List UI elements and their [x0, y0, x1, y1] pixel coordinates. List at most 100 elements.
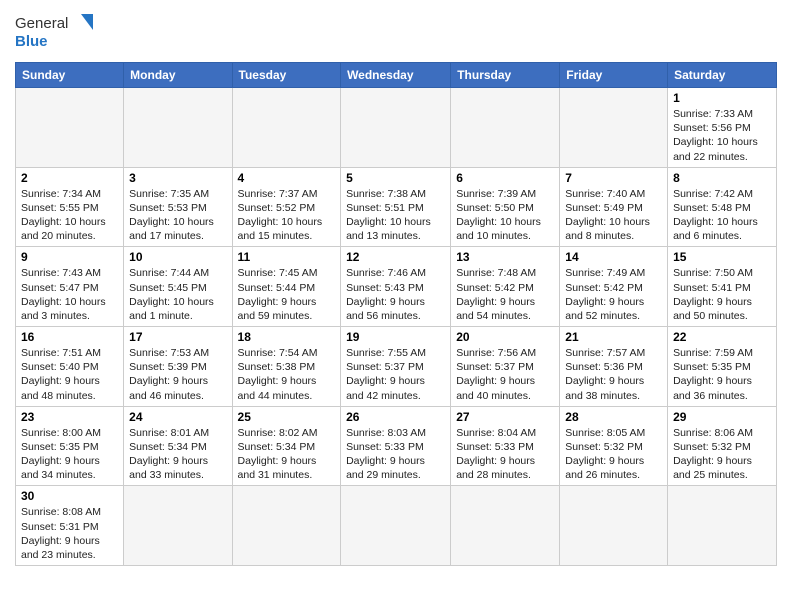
page: General Blue SundayMondayTuesdayWednesda… [0, 0, 792, 612]
day-info: Sunrise: 7:49 AM Sunset: 5:42 PM Dayligh… [565, 266, 662, 323]
day-number: 29 [673, 410, 771, 424]
calendar-cell: 26 Sunrise: 8:03 AM Sunset: 5:33 PM Dayli… [341, 406, 451, 486]
calendar-cell: 1 Sunrise: 7:33 AM Sunset: 5:56 PM Daylig… [668, 88, 777, 168]
calendar-cell: 24 Sunrise: 8:01 AM Sunset: 5:34 PM Dayli… [124, 406, 232, 486]
calendar-cell: 20Sunrise: 7:56 AM Sunset: 5:37 PM Dayli… [451, 327, 560, 407]
day-info: Sunrise: 7:42 AM Sunset: 5:48 PM Dayligh… [673, 187, 771, 244]
day-number: 8 [673, 171, 771, 185]
day-info: Sunrise: 7:50 AM Sunset: 5:41 PM Dayligh… [673, 266, 771, 323]
day-number: 5 [346, 171, 445, 185]
calendar-cell [560, 88, 668, 168]
day-number: 12 [346, 250, 445, 264]
calendar-cell: 18 Sunrise: 7:54 AM Sunset: 5:38 PM Dayli… [232, 327, 341, 407]
day-info: Sunrise: 8:01 AM Sunset: 5:34 PM Dayligh… [129, 426, 226, 483]
calendar-cell: 19Sunrise: 7:55 AM Sunset: 5:37 PM Dayli… [341, 327, 451, 407]
calendar-cell: 10Sunrise: 7:44 AM Sunset: 5:45 PM Dayli… [124, 247, 232, 327]
day-info: Sunrise: 7:44 AM Sunset: 5:45 PM Dayligh… [129, 266, 226, 323]
svg-text:Blue: Blue [15, 33, 48, 50]
day-info: Sunrise: 8:00 AM Sunset: 5:35 PM Dayligh… [21, 426, 118, 483]
calendar-cell [16, 88, 124, 168]
calendar-cell [451, 486, 560, 566]
day-number: 21 [565, 330, 662, 344]
logo: General Blue [15, 10, 95, 54]
calendar-cell: 12 Sunrise: 7:46 AM Sunset: 5:43 PM Dayli… [341, 247, 451, 327]
day-info: Sunrise: 7:46 AM Sunset: 5:43 PM Dayligh… [346, 266, 445, 323]
day-number: 1 [673, 91, 771, 105]
weekday-header-sunday: Sunday [16, 63, 124, 88]
calendar-cell: 8 Sunrise: 7:42 AM Sunset: 5:48 PM Daylig… [668, 167, 777, 247]
week-row-2: 2Sunrise: 7:34 AM Sunset: 5:55 PM Daylig… [16, 167, 777, 247]
day-number: 17 [129, 330, 226, 344]
day-number: 23 [21, 410, 118, 424]
day-info: Sunrise: 8:03 AM Sunset: 5:33 PM Dayligh… [346, 426, 445, 483]
day-info: Sunrise: 8:04 AM Sunset: 5:33 PM Dayligh… [456, 426, 554, 483]
calendar-cell [668, 486, 777, 566]
calendar-cell [451, 88, 560, 168]
calendar-cell: 9Sunrise: 7:43 AM Sunset: 5:47 PM Daylig… [16, 247, 124, 327]
day-number: 16 [21, 330, 118, 344]
calendar-cell: 17 Sunrise: 7:53 AM Sunset: 5:39 PM Dayli… [124, 327, 232, 407]
day-number: 6 [456, 171, 554, 185]
day-number: 4 [238, 171, 336, 185]
calendar-cell [124, 88, 232, 168]
day-info: Sunrise: 7:39 AM Sunset: 5:50 PM Dayligh… [456, 187, 554, 244]
calendar-cell: 21 Sunrise: 7:57 AM Sunset: 5:36 PM Dayli… [560, 327, 668, 407]
day-info: Sunrise: 8:05 AM Sunset: 5:32 PM Dayligh… [565, 426, 662, 483]
day-info: Sunrise: 7:59 AM Sunset: 5:35 PM Dayligh… [673, 346, 771, 403]
weekday-header-row: SundayMondayTuesdayWednesdayThursdayFrid… [16, 63, 777, 88]
day-number: 13 [456, 250, 554, 264]
day-info: Sunrise: 7:33 AM Sunset: 5:56 PM Dayligh… [673, 107, 771, 164]
weekday-header-monday: Monday [124, 63, 232, 88]
day-info: Sunrise: 8:06 AM Sunset: 5:32 PM Dayligh… [673, 426, 771, 483]
calendar-cell [560, 486, 668, 566]
day-info: Sunrise: 7:38 AM Sunset: 5:51 PM Dayligh… [346, 187, 445, 244]
calendar-cell: 27 Sunrise: 8:04 AM Sunset: 5:33 PM Dayli… [451, 406, 560, 486]
day-info: Sunrise: 8:08 AM Sunset: 5:31 PM Dayligh… [21, 505, 118, 562]
calendar-cell: 13 Sunrise: 7:48 AM Sunset: 5:42 PM Dayli… [451, 247, 560, 327]
day-number: 26 [346, 410, 445, 424]
day-number: 18 [238, 330, 336, 344]
calendar-cell: 5 Sunrise: 7:38 AM Sunset: 5:51 PM Daylig… [341, 167, 451, 247]
calendar-cell: 3Sunrise: 7:35 AM Sunset: 5:53 PM Daylig… [124, 167, 232, 247]
week-row-5: 23 Sunrise: 8:00 AM Sunset: 5:35 PM Dayli… [16, 406, 777, 486]
day-number: 24 [129, 410, 226, 424]
calendar-table: SundayMondayTuesdayWednesdayThursdayFrid… [15, 62, 777, 566]
weekday-header-tuesday: Tuesday [232, 63, 341, 88]
day-number: 9 [21, 250, 118, 264]
weekday-header-wednesday: Wednesday [341, 63, 451, 88]
svg-text:General: General [15, 15, 68, 32]
day-number: 3 [129, 171, 226, 185]
day-info: Sunrise: 7:57 AM Sunset: 5:36 PM Dayligh… [565, 346, 662, 403]
day-number: 22 [673, 330, 771, 344]
day-info: Sunrise: 7:51 AM Sunset: 5:40 PM Dayligh… [21, 346, 118, 403]
calendar-cell: 15Sunrise: 7:50 AM Sunset: 5:41 PM Dayli… [668, 247, 777, 327]
day-info: Sunrise: 7:53 AM Sunset: 5:39 PM Dayligh… [129, 346, 226, 403]
day-number: 11 [238, 250, 336, 264]
day-info: Sunrise: 7:48 AM Sunset: 5:42 PM Dayligh… [456, 266, 554, 323]
calendar-cell [124, 486, 232, 566]
weekday-header-thursday: Thursday [451, 63, 560, 88]
calendar-cell: 4Sunrise: 7:37 AM Sunset: 5:52 PM Daylig… [232, 167, 341, 247]
week-row-1: 1 Sunrise: 7:33 AM Sunset: 5:56 PM Daylig… [16, 88, 777, 168]
generalblue-logo-icon: General Blue [15, 10, 95, 54]
day-number: 27 [456, 410, 554, 424]
day-info: Sunrise: 7:40 AM Sunset: 5:49 PM Dayligh… [565, 187, 662, 244]
calendar-cell: 7 Sunrise: 7:40 AM Sunset: 5:49 PM Daylig… [560, 167, 668, 247]
calendar-cell [232, 486, 341, 566]
calendar-cell: 22 Sunrise: 7:59 AM Sunset: 5:35 PM Dayli… [668, 327, 777, 407]
calendar-cell: 29 Sunrise: 8:06 AM Sunset: 5:32 PM Dayli… [668, 406, 777, 486]
week-row-3: 9Sunrise: 7:43 AM Sunset: 5:47 PM Daylig… [16, 247, 777, 327]
calendar-cell [341, 88, 451, 168]
day-number: 30 [21, 489, 118, 503]
day-info: Sunrise: 7:54 AM Sunset: 5:38 PM Dayligh… [238, 346, 336, 403]
day-info: Sunrise: 7:45 AM Sunset: 5:44 PM Dayligh… [238, 266, 336, 323]
calendar-cell: 28Sunrise: 8:05 AM Sunset: 5:32 PM Dayli… [560, 406, 668, 486]
calendar-cell: 16 Sunrise: 7:51 AM Sunset: 5:40 PM Dayli… [16, 327, 124, 407]
calendar-cell: 2Sunrise: 7:34 AM Sunset: 5:55 PM Daylig… [16, 167, 124, 247]
day-number: 7 [565, 171, 662, 185]
calendar-cell: 6 Sunrise: 7:39 AM Sunset: 5:50 PM Daylig… [451, 167, 560, 247]
calendar-cell [341, 486, 451, 566]
day-info: Sunrise: 7:55 AM Sunset: 5:37 PM Dayligh… [346, 346, 445, 403]
day-info: Sunrise: 7:34 AM Sunset: 5:55 PM Dayligh… [21, 187, 118, 244]
calendar-cell: 25Sunrise: 8:02 AM Sunset: 5:34 PM Dayli… [232, 406, 341, 486]
